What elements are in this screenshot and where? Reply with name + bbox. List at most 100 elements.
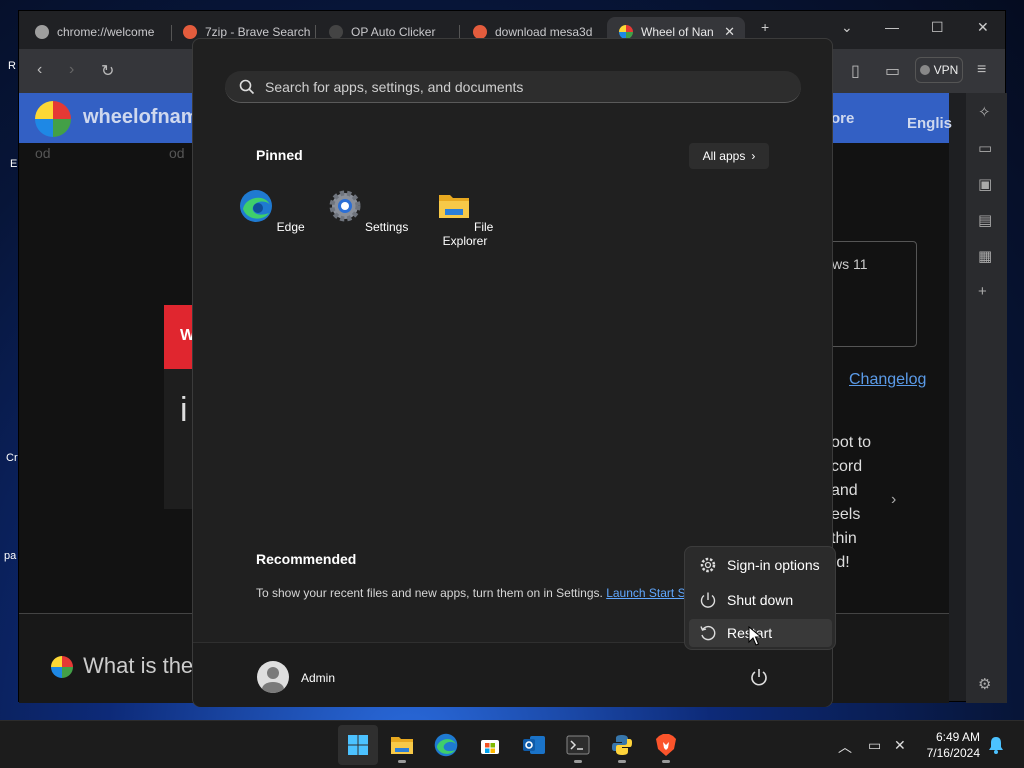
notification-bell-icon[interactable] [988, 736, 1004, 754]
globe-icon [35, 25, 49, 39]
taskbar-store[interactable] [470, 725, 510, 765]
wallet-icon[interactable]: ▣ [978, 175, 992, 193]
panel-letter: i [180, 391, 188, 429]
app-label: File Explorer [442, 220, 494, 248]
browser-sidebar: ✧ ▭ ▣ ▤ ▦ + ⚙ [966, 93, 1007, 703]
volume-muted-icon[interactable]: ✕ [894, 737, 906, 754]
taskbar-python[interactable] [602, 725, 642, 765]
app-label: Edge [276, 220, 305, 234]
power-icon [700, 592, 716, 608]
bookmarks-icon[interactable]: ▤ [978, 211, 992, 229]
faded-label: od [169, 145, 185, 161]
add-icon[interactable]: + [978, 283, 987, 300]
network-icon[interactable]: ▭ [868, 737, 881, 754]
leo-ai-icon[interactable]: ✧ [978, 103, 991, 121]
python-icon [612, 735, 632, 755]
changelog-link[interactable]: Changelog [849, 371, 926, 389]
running-indicator [618, 760, 626, 763]
sidebar-toggle-icon[interactable]: ▯ [851, 61, 860, 81]
tab-label: 7zip - Brave Search [205, 25, 311, 39]
tab-label: chrome://welcome [57, 25, 155, 39]
desktop-icon-label[interactable]: E [10, 158, 17, 170]
taskbar-outlook[interactable] [514, 725, 554, 765]
start-footer: Admin [193, 642, 832, 707]
taskbar-start-button[interactable] [338, 725, 378, 765]
reload-icon[interactable]: ↻ [101, 61, 114, 81]
minimize-icon[interactable]: — [885, 19, 899, 35]
search-icon [239, 79, 255, 94]
clock-date: 7/16/2024 [926, 746, 980, 760]
menu-icon[interactable]: ≡ [977, 61, 986, 79]
taskbar-edge[interactable] [426, 725, 466, 765]
user-name[interactable]: Admin [301, 671, 335, 685]
maximize-icon[interactable]: ☐ [931, 19, 944, 36]
tab-label: Wheel of Nan [641, 25, 714, 39]
wheel-icon [619, 25, 633, 39]
store-icon [481, 740, 499, 754]
desktop-icon-label[interactable]: pa [4, 550, 16, 562]
sign-in-options-item[interactable]: Sign-in options [689, 551, 832, 579]
tab-search-chevron-icon[interactable]: ⌄ [841, 19, 853, 36]
site-name[interactable]: wheelofnam [83, 106, 199, 129]
power-item-label: Sign-in options [727, 557, 820, 573]
all-apps-button[interactable]: All apps › [689, 143, 769, 169]
taskbar: ︿ ▭ ✕ 6:49 AM 7/16/2024 [0, 720, 1024, 768]
tab-label: download mesa3d [495, 25, 593, 39]
wallet-icon[interactable]: ▭ [885, 61, 900, 81]
mouse-cursor-icon [748, 626, 762, 646]
outlook-icon [523, 736, 545, 754]
start-search-input[interactable]: Search for apps, settings, and documents [225, 71, 801, 103]
pinned-app-settings[interactable]: Settings [323, 189, 413, 234]
desktop-icon-label[interactable]: R [8, 60, 16, 72]
chevron-right-icon[interactable]: › [891, 491, 896, 509]
recommended-message: To show your recent files and new apps, … [256, 586, 686, 600]
tray-overflow-chevron-icon[interactable]: ︿ [838, 737, 852, 757]
shut-down-item[interactable]: Shut down [689, 586, 832, 614]
settings-icon[interactable]: ⚙ [978, 675, 991, 693]
running-indicator [662, 760, 670, 763]
brave-icon [656, 734, 676, 756]
side-text: oot to cord and eels thin rd! [831, 431, 871, 575]
launch-start-settings-link[interactable]: Launch Start S [606, 586, 685, 600]
clock-time: 6:49 AM [935, 730, 980, 744]
app-label: Settings [364, 220, 409, 234]
vpn-label: VPN [933, 63, 959, 77]
more-menu[interactable]: ore [831, 110, 854, 127]
language-selector[interactable]: Englis [907, 115, 952, 132]
back-icon[interactable]: ‹ [37, 61, 42, 79]
folder-icon [438, 195, 469, 218]
edge-icon [434, 733, 458, 757]
user-avatar-icon[interactable] [257, 661, 289, 693]
info-card: ws 11 [827, 241, 917, 347]
all-apps-label: All apps [702, 149, 746, 163]
side-text-line: eels [831, 506, 861, 523]
taskbar-brave[interactable] [646, 725, 686, 765]
talk-icon[interactable]: ▭ [978, 139, 992, 157]
recommended-heading: Recommended [256, 551, 357, 567]
site-logo-icon[interactable] [35, 101, 71, 137]
pinned-heading: Pinned [256, 147, 303, 163]
reading-list-icon[interactable]: ▦ [978, 247, 992, 265]
system-clock[interactable]: 6:49 AM 7/16/2024 [920, 729, 980, 761]
start-icon [348, 735, 368, 755]
vpn-button[interactable]: VPN [915, 57, 963, 83]
side-text-line: rd! [831, 554, 850, 571]
desktop-icon-label[interactable]: Cr [6, 452, 18, 464]
new-tab-button[interactable]: + [761, 19, 769, 35]
faded-label: od [35, 145, 51, 161]
taskbar-terminal[interactable] [558, 725, 598, 765]
restart-icon [700, 625, 716, 641]
taskbar-file-explorer[interactable] [382, 725, 422, 765]
forward-icon[interactable]: › [69, 61, 74, 79]
pinned-app-edge[interactable]: Edge [227, 189, 317, 234]
tab-chrome-welcome[interactable]: chrome://welcome [23, 17, 171, 47]
vpn-status-icon [919, 65, 930, 75]
close-window-icon[interactable]: ✕ [977, 19, 989, 36]
side-text-line: cord [831, 458, 863, 475]
side-text-line: oot to [831, 434, 872, 451]
card-text: ws 11 [832, 256, 868, 272]
pinned-app-file-explorer[interactable]: File Explorer [420, 189, 510, 248]
brave-shield-icon [473, 25, 487, 39]
power-icon[interactable] [749, 667, 769, 687]
side-text-line: thin [831, 530, 857, 547]
